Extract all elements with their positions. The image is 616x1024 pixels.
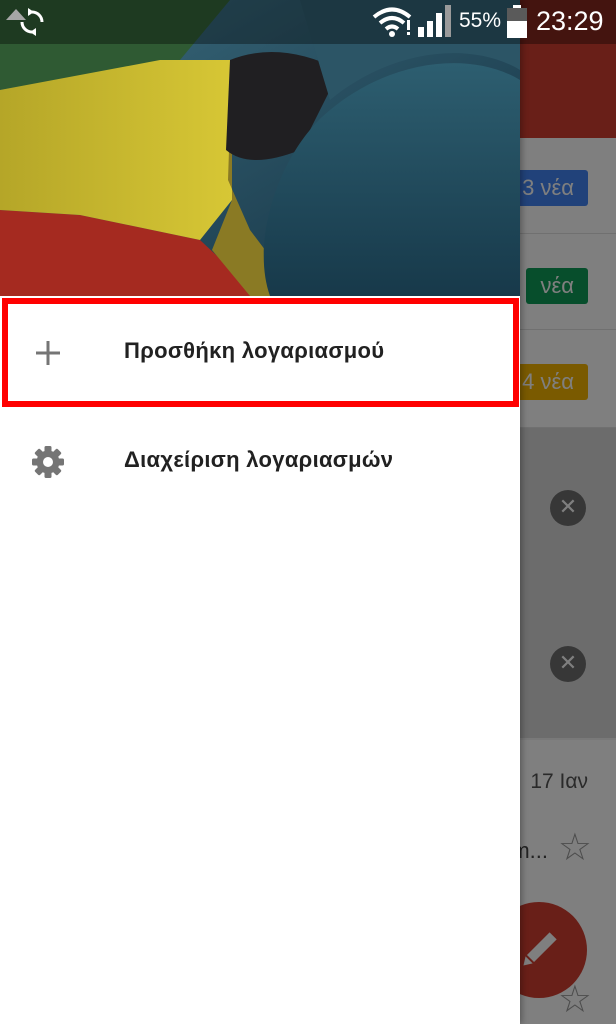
add-account-label: Προσθήκη λογαριασμού	[124, 338, 385, 363]
manage-accounts-item[interactable]: Διαχείριση λογαριασμών	[0, 407, 520, 517]
header-artwork	[0, 0, 520, 296]
wifi-icon	[372, 7, 412, 37]
signal-icon	[418, 5, 451, 37]
navigation-drawer: Προσθήκη λογαριασμού Διαχείριση λογαριασ…	[0, 0, 520, 1024]
sync-icon	[20, 8, 44, 36]
add-account-item[interactable]: Προσθήκη λογαριασμού	[0, 298, 520, 408]
gear-icon	[32, 446, 64, 478]
clock: 23:29	[536, 6, 604, 36]
battery-percent: 55%	[459, 9, 502, 32]
drawer-header	[0, 0, 520, 296]
battery-icon	[507, 5, 527, 38]
plus-icon	[36, 341, 60, 365]
status-bar: 55% 23:29	[0, 0, 616, 44]
manage-accounts-label: Διαχείριση λογαριασμών	[124, 447, 394, 472]
